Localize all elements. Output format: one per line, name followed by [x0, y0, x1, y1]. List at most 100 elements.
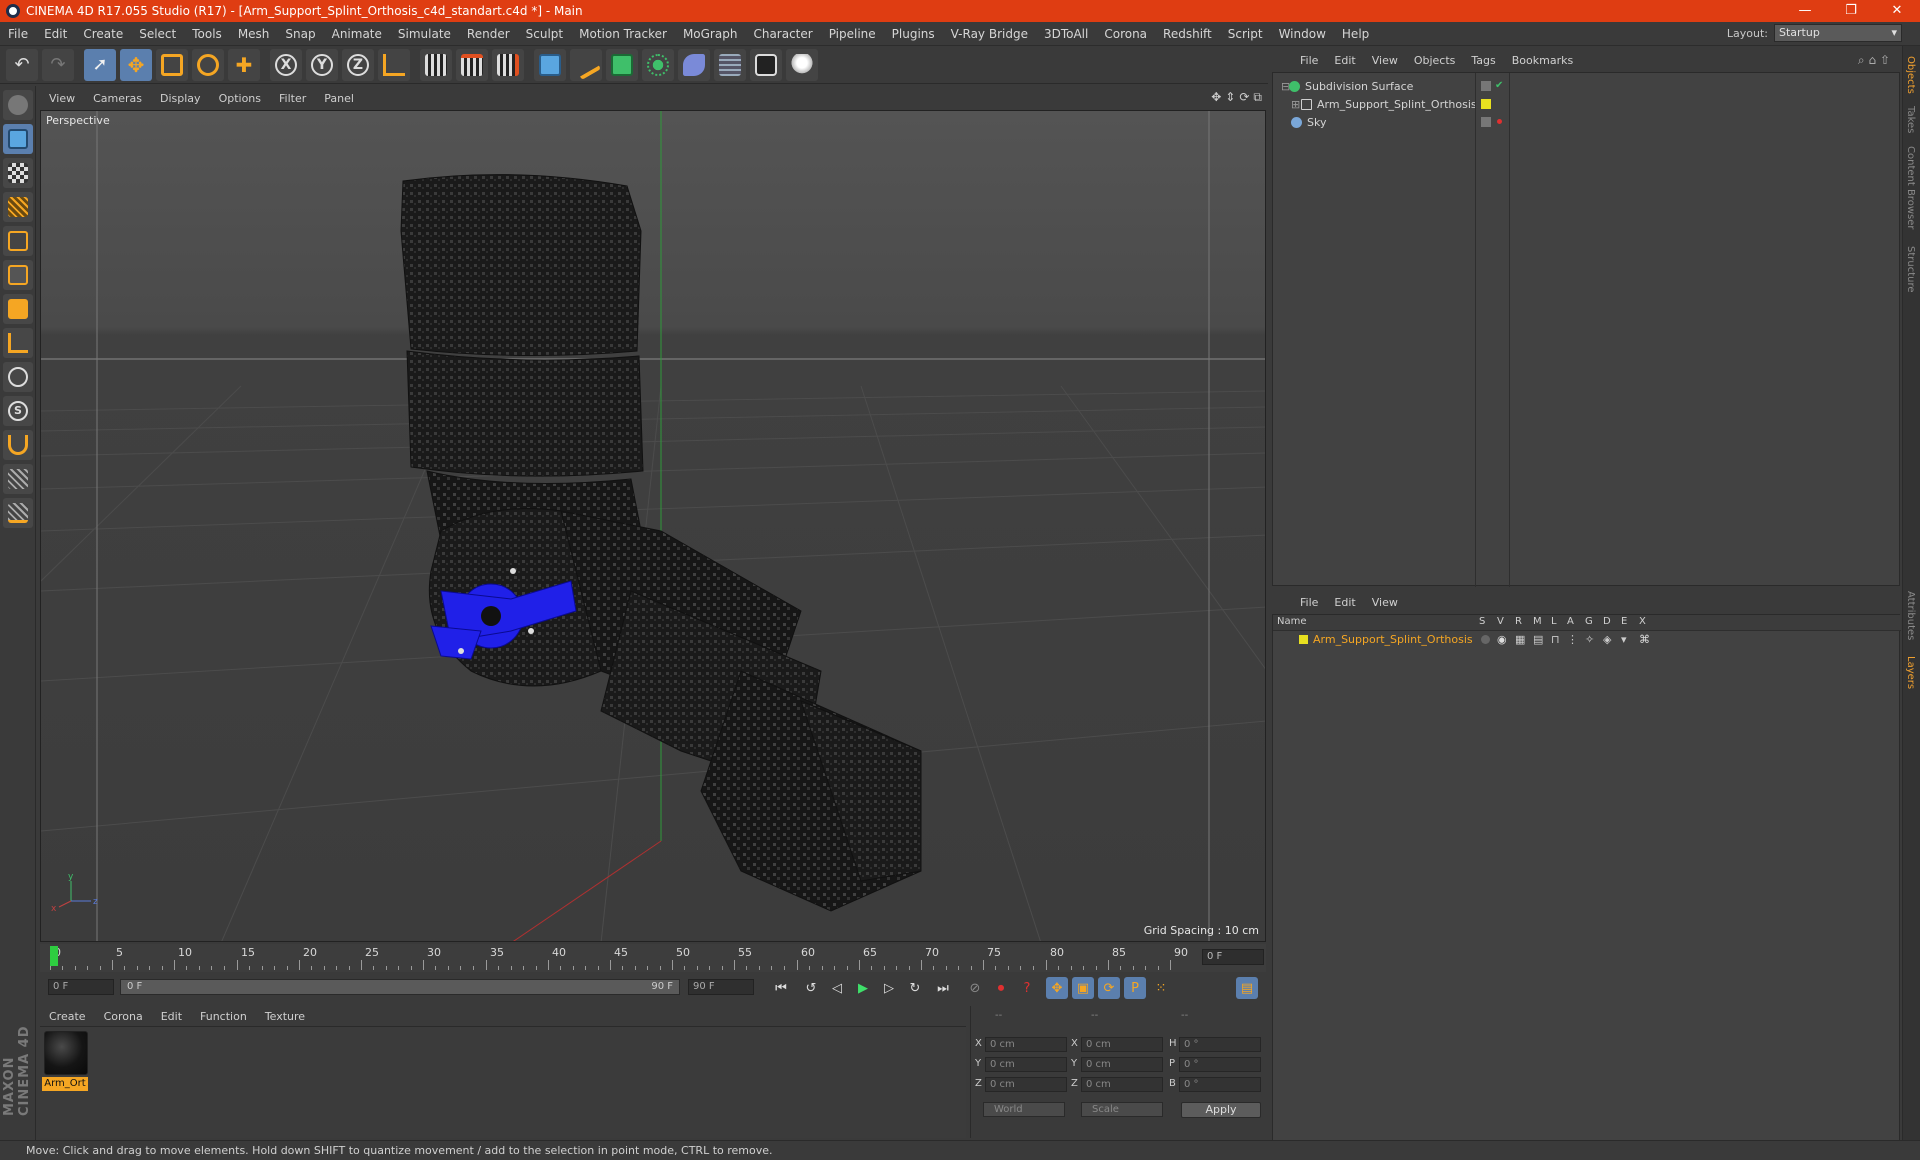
apply-button[interactable]: Apply — [1181, 1102, 1261, 1118]
expand-icon[interactable]: ⊞ — [1291, 98, 1301, 111]
frame-ruler[interactable]: 051015202530354045505560657075808590 — [50, 944, 1190, 972]
menu-help[interactable]: Help — [1334, 27, 1377, 41]
close-icon[interactable]: ✕ — [1874, 0, 1920, 22]
menu-snap[interactable]: Snap — [277, 27, 323, 41]
axis-mode-button[interactable] — [3, 328, 33, 358]
previous-frame-button[interactable]: ◁ — [826, 977, 848, 999]
snap-button[interactable]: S — [3, 396, 33, 426]
minimize-icon[interactable]: — — [1782, 0, 1828, 22]
material-menu-edit[interactable]: Edit — [152, 1010, 191, 1023]
model-mode-button[interactable] — [3, 124, 33, 154]
key-scale-button[interactable]: ▣ — [1072, 977, 1094, 999]
tab-layers[interactable]: Layers — [1905, 656, 1916, 689]
menu-file[interactable]: File — [0, 27, 36, 41]
keyframe-selection-button[interactable]: ⊘ — [964, 977, 986, 999]
pos-y-field[interactable]: 0 cm — [985, 1057, 1067, 1072]
material-menu-create[interactable]: Create — [40, 1010, 95, 1023]
viewport-menu-view[interactable]: View — [40, 92, 84, 105]
current-frame-field[interactable]: 0 F — [1202, 949, 1264, 965]
menu-vray-bridge[interactable]: V-Ray Bridge — [943, 27, 1036, 41]
render-to-picture-viewer-button[interactable] — [456, 48, 488, 81]
workplane-mode-button[interactable] — [3, 192, 33, 222]
menu-tools[interactable]: Tools — [184, 27, 230, 41]
material-menu-texture[interactable]: Texture — [256, 1010, 314, 1023]
locked-workplane-button[interactable] — [3, 464, 33, 494]
maximize-icon[interactable]: ❐ — [1828, 0, 1874, 22]
play-button[interactable]: ▶ — [852, 977, 874, 999]
rot-b-field[interactable]: 0 ° — [1179, 1077, 1261, 1092]
coordinate-space-dropdown[interactable]: World — [983, 1102, 1065, 1117]
material-swatch[interactable] — [44, 1031, 88, 1075]
next-frame-button[interactable]: ▷ — [878, 977, 900, 999]
manager-list-icon[interactable]: ▤ — [1533, 633, 1543, 646]
perspective-viewport[interactable]: y z x Perspective Grid Spacing : 10 cm — [40, 110, 1266, 942]
menu-edit[interactable]: Edit — [36, 27, 75, 41]
viewport-menu-filter[interactable]: Filter — [270, 92, 315, 105]
tab-attributes[interactable]: Attributes — [1905, 591, 1916, 640]
array-mograph-button[interactable] — [642, 48, 674, 81]
object-row-subdivision[interactable]: ⊟ Subdivision Surface — [1281, 77, 1481, 95]
menu-corona[interactable]: Corona — [1096, 27, 1155, 41]
menu-window[interactable]: Window — [1271, 27, 1334, 41]
rot-h-field[interactable]: 0 ° — [1179, 1037, 1261, 1052]
coordinate-system-button[interactable] — [378, 48, 410, 81]
viewport-menu-cameras[interactable]: Cameras — [84, 92, 151, 105]
generator-icon[interactable]: ✧ — [1585, 633, 1594, 646]
key-rotation-button[interactable]: ⟳ — [1098, 977, 1120, 999]
expression-icon[interactable]: ▾ — [1621, 633, 1627, 646]
size-mode-dropdown[interactable]: Scale — [1081, 1102, 1163, 1117]
home-icon[interactable]: ⌂ — [1868, 53, 1876, 67]
search-icon[interactable]: ⌕ — [1858, 53, 1865, 67]
render-view-button[interactable] — [420, 48, 452, 81]
tab-content-browser[interactable]: Content Browser — [1905, 146, 1916, 229]
visibility-dot-icon[interactable] — [1497, 119, 1502, 124]
floor-object-button[interactable] — [714, 48, 746, 81]
menu-motion-tracker[interactable]: Motion Tracker — [571, 27, 675, 41]
preview-range-slider[interactable]: 0 F 90 F — [120, 979, 680, 995]
object-row-sky[interactable]: Sky — [1291, 113, 1491, 131]
layers-menu-edit[interactable]: Edit — [1326, 596, 1363, 609]
collapse-icon[interactable]: ⊟ — [1281, 80, 1290, 93]
layers-menu-file[interactable]: File — [1292, 596, 1326, 609]
objects-menu-file[interactable]: File — [1292, 54, 1326, 67]
menu-render[interactable]: Render — [459, 27, 518, 41]
key-parameter-button[interactable]: P — [1124, 977, 1146, 999]
object-row-arm-support[interactable]: ⊞ Arm_Support_Splint_Orthosis — [1291, 95, 1491, 113]
move-tool-button[interactable]: ✥ — [120, 48, 152, 81]
undo-button[interactable]: ↶ — [6, 48, 38, 81]
viewport-menu-panel[interactable]: Panel — [315, 92, 363, 105]
layer-color-swatch[interactable] — [1299, 635, 1308, 644]
timeline-window-button[interactable]: ▤ — [1236, 977, 1258, 999]
xref-icon[interactable]: ⌘ — [1639, 633, 1650, 646]
layer-tag-icon[interactable] — [1481, 81, 1491, 91]
menu-select[interactable]: Select — [131, 27, 184, 41]
menu-pipeline[interactable]: Pipeline — [821, 27, 884, 41]
objects-menu-tags[interactable]: Tags — [1463, 54, 1503, 67]
tab-structure[interactable]: Structure — [1905, 246, 1916, 293]
tweak-mode-button[interactable] — [3, 362, 33, 392]
texture-mode-button[interactable] — [3, 158, 33, 188]
go-to-start-button[interactable]: ⏮ — [770, 977, 792, 999]
render-clapboard-icon[interactable]: ▦ — [1515, 633, 1525, 646]
animation-icon[interactable]: ⋮ — [1567, 633, 1578, 646]
render-settings-button[interactable] — [492, 48, 524, 81]
live-selection-button[interactable]: ➚ — [84, 48, 116, 81]
pos-x-field[interactable]: 0 cm — [985, 1037, 1067, 1052]
rot-p-field[interactable]: 0 ° — [1179, 1057, 1261, 1072]
camera-object-button[interactable] — [750, 48, 782, 81]
menu-mograph[interactable]: MoGraph — [675, 27, 746, 41]
key-pla-button[interactable]: ⁙ — [1150, 977, 1172, 999]
layer-name[interactable]: Arm_Support_Splint_Orthosis — [1313, 633, 1473, 646]
material-menu-function[interactable]: Function — [191, 1010, 256, 1023]
edges-mode-button[interactable] — [3, 260, 33, 290]
eye-icon[interactable]: ◉ — [1497, 633, 1507, 646]
menu-plugins[interactable]: Plugins — [884, 27, 943, 41]
timeline-ruler[interactable]: 051015202530354045505560657075808590 0 F — [40, 944, 1266, 972]
size-x-field[interactable]: 0 cm — [1081, 1037, 1163, 1052]
deformer-icon[interactable]: ◈ — [1603, 633, 1611, 646]
menu-animate[interactable]: Animate — [324, 27, 390, 41]
menu-create[interactable]: Create — [75, 27, 131, 41]
material-menu-corona[interactable]: Corona — [95, 1010, 152, 1023]
viewport-camera-label[interactable]: Perspective — [46, 114, 110, 127]
start-frame-field[interactable]: 0 F — [48, 979, 114, 995]
